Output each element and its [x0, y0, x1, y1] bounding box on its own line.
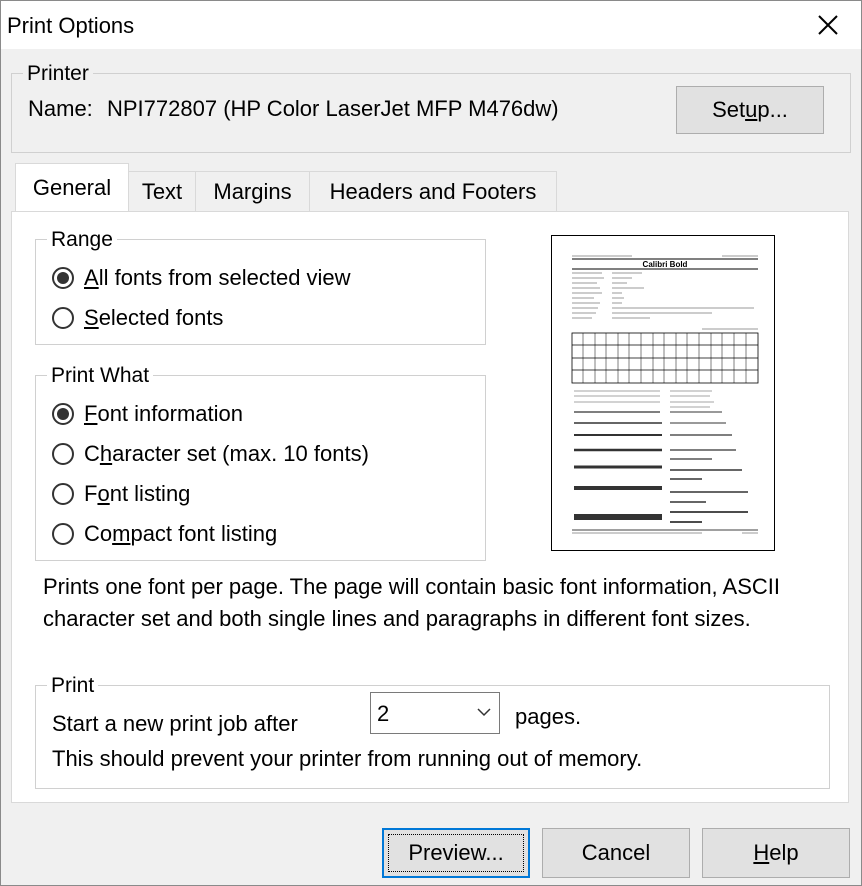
radio-label: Character set (max. 10 fonts): [84, 441, 369, 466]
setup-label-pre: Set: [712, 97, 746, 122]
radio-character-set[interactable]: Character set (max. 10 fonts): [52, 441, 369, 467]
cancel-button[interactable]: Cancel: [542, 828, 690, 878]
radio-button[interactable]: [52, 483, 74, 505]
preview-page-drawing: Calibri Bold: [552, 236, 774, 550]
radio-button[interactable]: [52, 307, 74, 329]
radio-button[interactable]: [52, 403, 74, 425]
window-title: Print Options: [7, 13, 135, 38]
printer-name-label: Name:: [28, 96, 93, 121]
radio-label: Compact font listing: [84, 521, 278, 546]
preview-font-title: Calibri Bold: [643, 260, 688, 269]
print-options-dialog: Print Options Printer Name: NPI772807 (H…: [0, 0, 862, 886]
page-preview-thumbnail: Calibri Bold: [551, 235, 775, 551]
radio-button[interactable]: [52, 267, 74, 289]
help-button[interactable]: Help: [702, 828, 850, 878]
memory-note: This should prevent your printer from ru…: [52, 746, 643, 771]
start-new-job-label: Start a new print job after: [52, 711, 298, 736]
radio-button[interactable]: [52, 523, 74, 545]
chevron-down-icon: [477, 708, 491, 717]
focus-rectangle: [388, 834, 524, 872]
setup-label-post: p...: [757, 97, 788, 122]
tab-margins-label: Margins: [213, 178, 292, 204]
radio-selected-dot: [57, 272, 69, 284]
tab-general-label: General: [32, 174, 112, 200]
radio-button[interactable]: [52, 443, 74, 465]
tab-text[interactable]: Text: [128, 171, 196, 211]
printer-name-value: NPI772807 (HP Color LaserJet MFP M476dw): [107, 96, 559, 121]
printer-group-label: Printer: [23, 62, 93, 86]
radio-selected-dot: [57, 408, 69, 420]
radio-label: All fonts from selected view: [84, 265, 351, 290]
setup-label-access-key: u: [745, 97, 758, 122]
tab-margins[interactable]: Margins: [195, 171, 310, 211]
radio-all-fonts[interactable]: All fonts from selected view: [52, 265, 351, 291]
title-bar: Print Options: [1, 1, 861, 49]
range-group-label: Range: [47, 228, 117, 252]
radio-label: Font information: [84, 401, 243, 426]
tab-general[interactable]: General: [15, 163, 129, 211]
tab-headers-footers[interactable]: Headers and Footers: [309, 171, 557, 211]
print-what-group-label: Print What: [47, 364, 154, 388]
help-button-label: Help: [753, 840, 799, 865]
print-what-description: Prints one font per page. The page will …: [43, 574, 781, 631]
setup-button[interactable]: Set u p...: [676, 86, 824, 134]
close-button[interactable]: [795, 1, 861, 49]
pages-per-job-combo[interactable]: 2: [370, 692, 500, 734]
pages-label: pages.: [515, 704, 582, 729]
pages-per-job-value: 2: [377, 701, 390, 726]
print-group-label: Print: [47, 674, 99, 698]
radio-font-listing[interactable]: Font listing: [52, 481, 190, 507]
tab-headers-footers-label: Headers and Footers: [329, 178, 537, 204]
radio-font-information[interactable]: Font information: [52, 401, 243, 427]
radio-label: Selected fonts: [84, 305, 224, 330]
preview-button[interactable]: Preview...: [382, 828, 530, 878]
radio-label: Font listing: [84, 481, 191, 506]
radio-selected-fonts[interactable]: Selected fonts: [52, 305, 223, 331]
tab-text-label: Text: [141, 178, 183, 204]
radio-compact-font-listing[interactable]: Compact font listing: [52, 521, 277, 547]
cancel-button-label: Cancel: [581, 840, 651, 865]
close-icon: [818, 15, 838, 35]
